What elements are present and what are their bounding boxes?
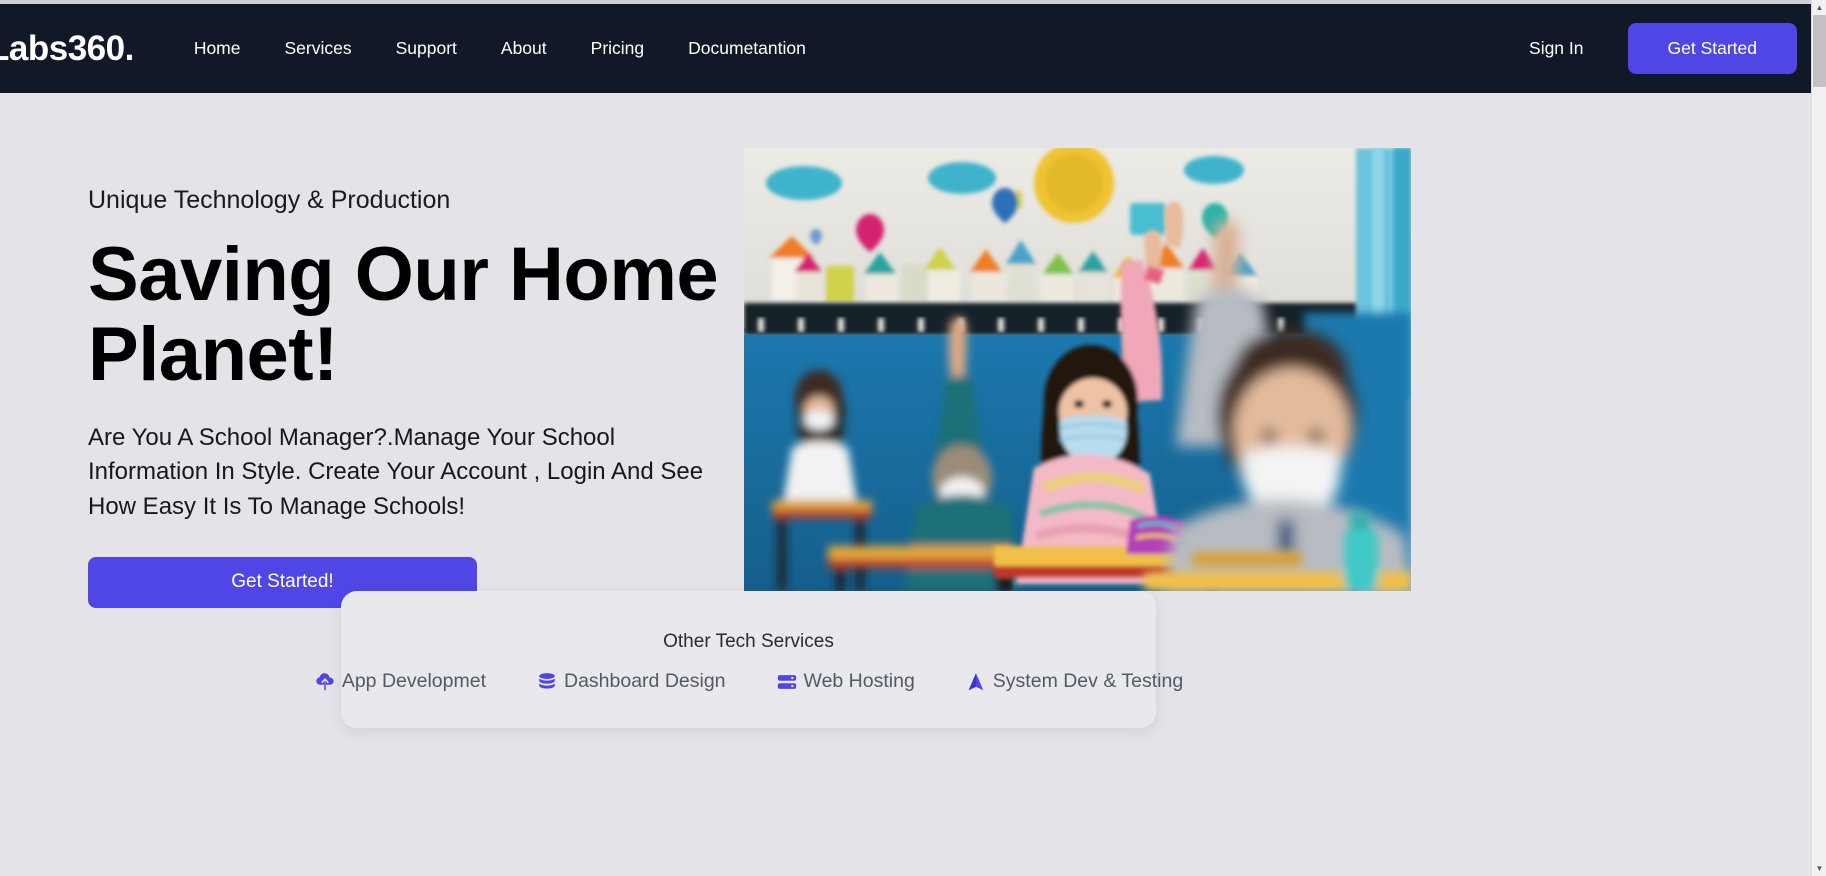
service-item-system-dev-testing[interactable]: System Dev & Testing [965,670,1183,693]
navigation-arrow-icon [968,672,984,690]
classroom-illustration [744,148,1411,591]
service-item-dashboard-design[interactable]: Dashboard Design [536,670,726,693]
database-icon [539,672,555,689]
hero-eyebrow: Unique Technology & Production [88,186,451,214]
nav-link-support[interactable]: Support [374,30,479,67]
hero-classroom-photo [744,148,1411,591]
nav-link-documentation[interactable]: Documetantion [666,30,828,67]
scroll-down-arrow[interactable]: ▼ [1812,861,1826,876]
get-started-nav-button[interactable]: Get Started [1627,23,1797,74]
hero-text-block: Unique Technology & Production Saving Ou… [88,185,768,608]
nav-right-actions: Sign In Get Started [1529,23,1811,74]
vertical-scrollbar-thumb[interactable] [1813,15,1826,87]
service-label: Dashboard Design [564,670,726,692]
service-label: App Developmet [341,670,486,692]
brand-logo[interactable]: Labs360. [0,29,134,69]
services-card-title: Other Tech Services [663,631,834,652]
scroll-up-arrow[interactable]: ▲ [1812,0,1826,15]
service-item-web-hosting[interactable]: Web Hosting [776,670,915,693]
nav-link-home[interactable]: Home [172,30,263,67]
hero-paragraph: Are You A School Manager?.Manage Your Sc… [88,423,704,521]
hero-title: Saving Our Home Planet! [88,232,719,397]
service-item-app-development[interactable]: App Developmet [314,670,486,693]
other-tech-services-card: Other Tech Services App Developmet Dashb… [316,591,1183,728]
service-label: System Dev & Testing [992,670,1184,692]
nav-links: Home Services Support About Pricing Docu… [172,30,828,67]
services-list: App Developmet Dashboard Design Web Host… [316,670,1183,693]
sign-in-link[interactable]: Sign In [1529,38,1583,59]
server-icon [777,674,796,689]
nav-link-about[interactable]: About [479,30,569,67]
top-navigation-bar: Labs360. Home Services Support About Pri… [0,4,1811,93]
vertical-scrollbar[interactable]: ▲ ▼ [1811,0,1826,876]
nav-link-services[interactable]: Services [263,30,374,67]
nav-link-pricing[interactable]: Pricing [569,30,667,67]
service-label: Web Hosting [803,670,915,692]
cloud-upload-icon [316,672,334,690]
